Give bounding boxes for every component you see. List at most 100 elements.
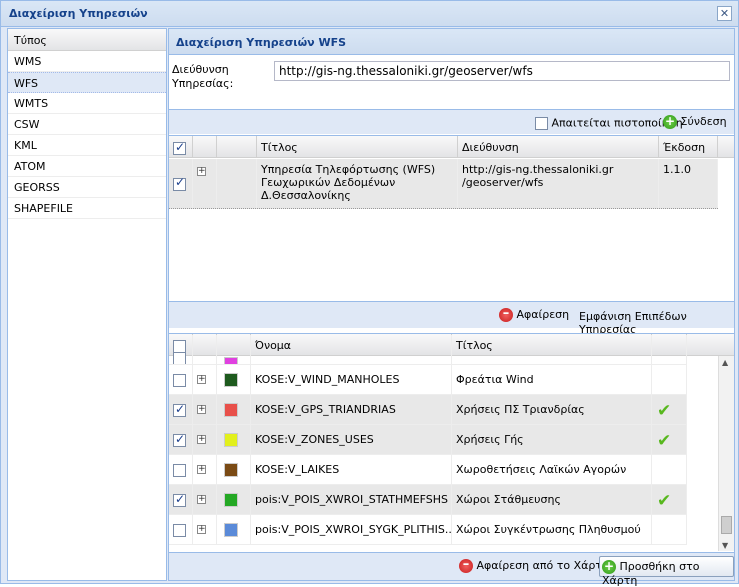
layer-checkbox[interactable] [173,463,186,477]
scroll-up-icon[interactable]: ▲ [722,358,728,367]
layer-name-cell: pois:V_POIS_XWROI_STATHMEFSHS [251,485,452,514]
layer-checkbox-cell[interactable] [169,425,193,454]
layer-expander-cell[interactable]: + [193,515,217,544]
address-input[interactable] [274,61,730,81]
blank-col-header [217,136,257,158]
expand-icon[interactable]: + [197,495,206,504]
type-item-wmts[interactable]: WMTS [8,93,166,114]
service-address-line: /geoserver/wfs [462,176,544,189]
scroll-thumb[interactable] [721,516,732,534]
col-version[interactable]: Έκδοση [659,136,718,158]
layer-checkbox-cell[interactable] [169,365,193,394]
layer-name-cell: KOSE:V_ZONES_USES [251,425,452,454]
expand-icon[interactable]: + [197,167,206,176]
check-icon: ✔ [657,491,672,511]
layer-row[interactable]: + pois:V_POIS_XWROI_SYGK_PLITHIS... Χώροι … [169,515,687,545]
partial-checkbox-cell [169,335,193,364]
layer-status-cell: ✔ [652,425,687,454]
layer-title-cell: Χώροι Συγκέντρωσης Πληθυσμού [452,515,652,544]
layer-expander-cell[interactable]: + [193,395,217,424]
layer-row[interactable]: + KOSE:V_LAIKES Χωροθετήσεις Λαϊκών Αγορών [169,455,687,485]
select-all-services[interactable] [169,136,193,158]
type-item-wfs[interactable]: WFS [8,72,166,93]
col-address[interactable]: Διεύθυνση [458,136,659,158]
partial-status-cell [652,335,687,364]
layer-checkbox[interactable] [173,432,186,447]
layer-checkbox-cell[interactable] [169,515,193,544]
type-item-atom[interactable]: ATOM [8,156,166,177]
layers-grid: Όνομα Τίτλος + KOSE:V_WIND_MANHOLES Φρεάτι… [169,333,734,551]
layer-checkbox-cell[interactable] [169,455,193,484]
partial-name-cell [251,335,452,364]
layer-color-swatch [224,493,238,507]
layer-checkbox-cell[interactable] [169,485,193,514]
layer-checkbox[interactable] [173,402,186,417]
layer-checkbox[interactable] [173,351,186,364]
type-item-wms[interactable]: WMS [8,51,166,72]
add-to-map-label: Προσθήκη στο Χάρτη [602,560,700,587]
close-icon[interactable]: ✕ [717,6,732,21]
select-all-checkbox[interactable] [173,140,186,155]
layer-swatch-cell [217,485,251,514]
layers-toolbar: – Αφαίρεση από το Χάρτη + Προσθήκη στο Χ… [169,552,734,587]
layer-title-cell: Χρήσεις Γής [452,425,652,454]
layer-expander-cell[interactable]: + [193,365,217,394]
expand-icon[interactable]: + [197,405,206,414]
expand-icon[interactable]: + [197,465,206,474]
layer-status-cell [652,515,687,544]
col-title[interactable]: Τίτλος [257,136,458,158]
remove-from-map-button[interactable]: – Αφαίρεση από το Χάρτη [459,558,609,573]
service-address-cell: http://gis-ng.thessaloniki.gr /geoserver… [458,159,659,208]
services-grid-header: Τίτλος Διεύθυνση Έκδοση [169,136,734,158]
layer-name-cell: KOSE:V_WIND_MANHOLES [251,365,452,394]
layer-checkbox[interactable] [173,492,186,507]
layer-title-cell: Χώροι Στάθμευσης [452,485,652,514]
layer-expander-cell[interactable]: + [193,455,217,484]
service-title-line: Δ.Θεσσαλονίκης [261,189,351,202]
scroll-down-icon[interactable]: ▼ [722,541,728,550]
layer-color-swatch [224,373,238,387]
add-to-map-button[interactable]: + Προσθήκη στο Χάρτη [599,556,734,587]
layer-row[interactable]: + KOSE:V_GPS_TRIANDRIASΧρήσεις ΠΣ Τριανδρ… [169,395,687,425]
address-label: Διεύθυνση Υπηρεσίας: [172,63,234,90]
layer-row[interactable]: + pois:V_POIS_XWROI_STATHMEFSHSΧώροι Στάθ… [169,485,687,515]
layers-scrollbar[interactable]: ▲ ▼ [718,356,734,551]
layer-expander-cell[interactable]: + [193,485,217,514]
expand-icon[interactable]: + [197,435,206,444]
service-blank-cell [217,159,257,208]
service-row[interactable]: + Υπηρεσία Τηλεφόρτωσης (WFS) Γεωχωρικών… [169,159,718,209]
service-expander-cell[interactable]: + [193,159,217,208]
type-panel: Τύπος WMS WFS WMTS CSW KML ATOM GEORSS SHAPEFIL… [7,28,167,581]
type-item-csw[interactable]: CSW [8,114,166,135]
auth-checkbox[interactable] [535,116,548,130]
layer-name-cell: KOSE:V_LAIKES [251,455,452,484]
layer-swatch-cell [217,425,251,454]
panel-title: Διαχείριση Υπηρεσιών WFS [169,29,734,55]
type-header: Τύπος [8,29,166,51]
auth-checkbox-group[interactable]: Απαιτείται πιστοποίηση [535,116,683,130]
layer-status-cell: ✔ [652,395,687,424]
type-item-georss[interactable]: GEORSS [8,177,166,198]
service-checkbox-cell[interactable] [169,159,193,208]
remove-from-map-label: Αφαίρεση από το Χάρτη [476,559,609,572]
remove-service-button[interactable]: – Αφαίρεση [499,307,569,322]
expand-icon[interactable]: + [197,525,206,534]
layer-swatch-cell [217,515,251,544]
layer-status-cell [652,365,687,394]
expand-icon[interactable]: + [197,375,206,384]
layer-checkbox[interactable] [173,523,186,537]
minus-icon: – [459,558,473,573]
layer-name-cell: pois:V_POIS_XWROI_SYGK_PLITHIS... [251,515,452,544]
layer-checkbox-cell[interactable] [169,395,193,424]
type-item-kml[interactable]: KML [8,135,166,156]
service-checkbox[interactable] [173,176,186,191]
type-item-shapefile[interactable]: SHAPEFILE [8,198,166,219]
connect-button[interactable]: + Σύνδεση [663,115,727,129]
plus-icon: + [602,559,616,574]
layer-checkbox[interactable] [173,373,186,387]
service-version-cell: 1.1.0 [659,159,718,208]
layer-row[interactable]: + KOSE:V_WIND_MANHOLES Φρεάτια Wind [169,365,687,395]
layer-expander-cell[interactable]: + [193,425,217,454]
layer-row[interactable]: + KOSE:V_ZONES_USESΧρήσεις Γής✔ [169,425,687,455]
layer-color-swatch [224,433,238,447]
